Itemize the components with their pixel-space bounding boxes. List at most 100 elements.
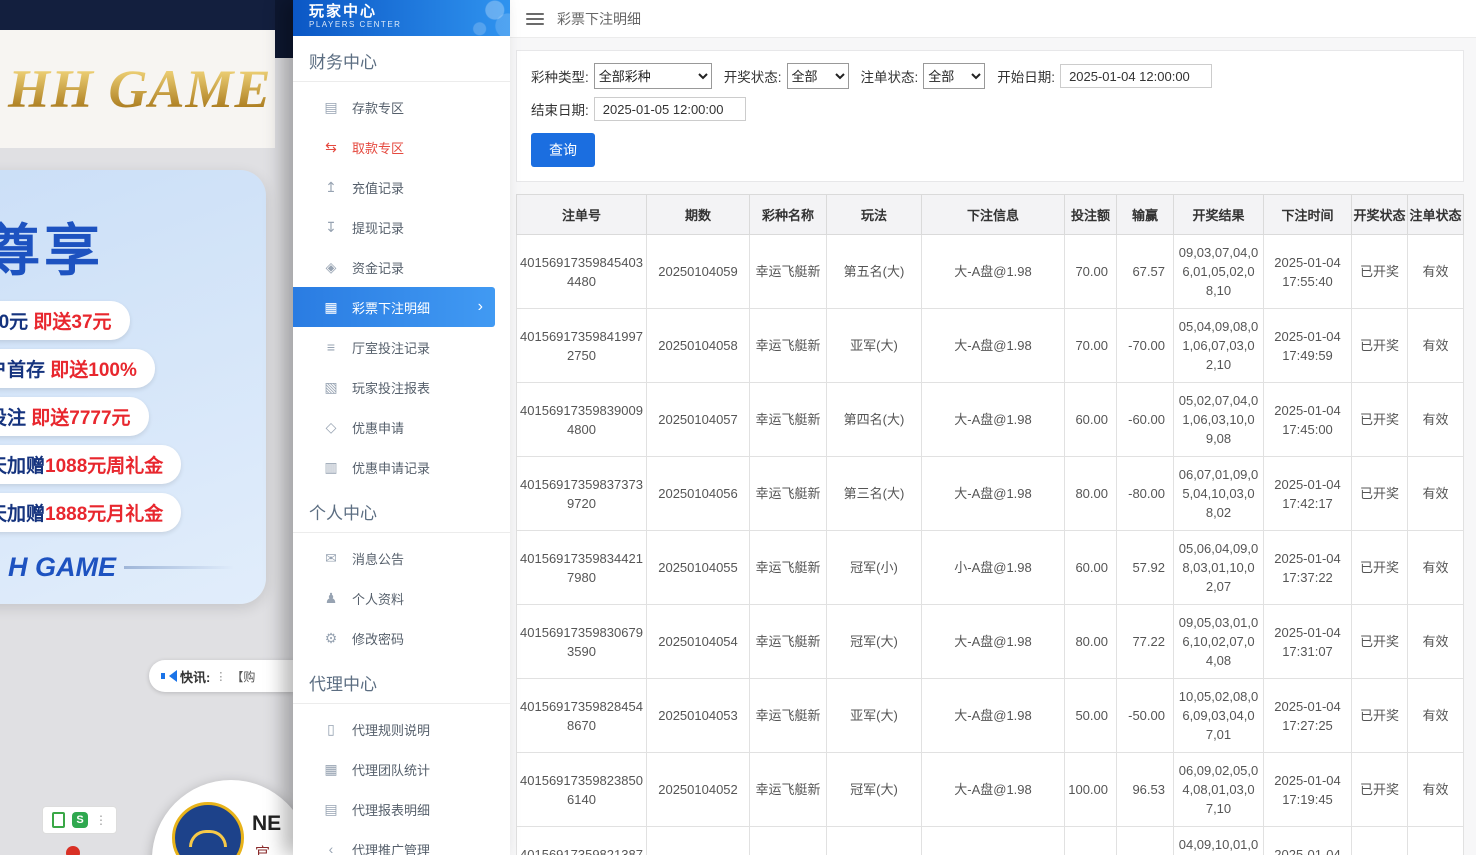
sidebar-item-agent-promotion[interactable]: ‹代理推广管理 xyxy=(293,829,510,855)
sidebar-item-promo-apply[interactable]: ◇优惠申请 xyxy=(293,407,510,447)
cell: 80.00 xyxy=(1065,457,1117,531)
sidebar-item-agent-report-details[interactable]: ▤ 代理报表明细 xyxy=(293,789,510,829)
cell: 幸运飞艇新 xyxy=(750,235,827,309)
sidebar-item-label: 代理报表明细 xyxy=(352,800,430,819)
background-topbar xyxy=(0,0,293,30)
order-status-select[interactable]: 全部 xyxy=(923,63,985,89)
sidebar-item-label: 取款专区 xyxy=(352,138,404,157)
promo-pill: 60元 即送37元 xyxy=(0,301,130,340)
promo-pill: 户首存 即送100% xyxy=(0,349,155,388)
agent-report-icon: ▤ xyxy=(323,801,339,818)
sidebar-item-withdraw[interactable]: ⇆取款专区 xyxy=(293,127,510,167)
sidebar-item-hall-bet-records[interactable]: ≡ 厅室投注记录 xyxy=(293,327,510,367)
fund-record-icon: ◈ xyxy=(323,259,339,276)
sidebar-item-agent-team-stats[interactable]: ▦代理团队统计 xyxy=(293,749,510,789)
start-date-group: 开始日期: xyxy=(997,64,1212,88)
cell: 有效 xyxy=(1408,531,1464,605)
cell: 401569173598306793590 xyxy=(517,605,647,679)
draw-status-label: 开奖状态: xyxy=(724,66,782,86)
sidebar-item-promo-apply-records[interactable]: ▥优惠申请记录 xyxy=(293,447,510,487)
section-title: 财务中心 xyxy=(293,36,510,82)
customer-service-badge[interactable]: NE 官 xyxy=(152,780,293,855)
cell: 2025-01-04 17:42:17 xyxy=(1264,457,1352,531)
sidebar-item-lottery-bet-details[interactable]: ▦彩票下注明细› xyxy=(293,287,495,327)
sidebar-item-label: 消息公告 xyxy=(352,549,404,568)
end-date-group: 结束日期: xyxy=(531,97,746,121)
cell: 幸运飞艇新 xyxy=(750,457,827,531)
cell: 大-A盘@1.98 xyxy=(922,383,1065,457)
hall-record-icon: ≡ xyxy=(323,339,339,355)
sidebar-item-label: 资金记录 xyxy=(352,258,404,277)
sidebar-item-profile[interactable]: ♟个人资料 xyxy=(293,578,510,618)
cell: 09,03,07,04,06,01,05,02,08,10 xyxy=(1174,235,1264,309)
cell: 大-A盘@1.98 xyxy=(922,753,1065,827)
sidebar-item-recharge-records[interactable]: ↥充值记录 xyxy=(293,167,510,207)
team-stats-icon: ▦ xyxy=(323,761,339,778)
cell: 2025-01-04 17:45:00 xyxy=(1264,383,1352,457)
news-ticker[interactable]: 快讯: ⋮ 【购 xyxy=(149,660,293,692)
sidebar-item-deposit[interactable]: ▤存款专区 xyxy=(293,87,510,127)
cell: 冠军(大) xyxy=(827,605,922,679)
promo-icon: ◇ xyxy=(323,419,339,436)
lottery-type-select[interactable]: 全部彩种 xyxy=(594,63,712,89)
page-title: 彩票下注明细 xyxy=(557,9,641,29)
cell: 大-A盘@1.98 xyxy=(922,457,1065,531)
cell: 2025-01-04 17:37:22 xyxy=(1264,531,1352,605)
end-date-label: 结束日期: xyxy=(531,99,589,119)
player-center-panel: 玩家中心 PLAYERS CENTER 财务中心▤存款专区⇆取款专区↥充值记录↧… xyxy=(293,0,510,855)
cell: 亚军(大) xyxy=(827,679,922,753)
cell: 2025-01-04 17:27:25 xyxy=(1264,679,1352,753)
cell: 05,06,04,09,08,03,01,10,02,07 xyxy=(1174,531,1264,605)
end-date-input[interactable] xyxy=(594,97,746,121)
cell: 幸运飞艇新 xyxy=(750,309,827,383)
section-title: 代理中心 xyxy=(293,658,510,704)
sidebar-item-player-bet-report[interactable]: ▧玩家投注报表 xyxy=(293,367,510,407)
cell: 已开奖 xyxy=(1352,309,1408,383)
promo-banner: 尊享 60元 即送37元户首存 即送100%投注 即送7777元天加赠1088元… xyxy=(0,170,266,604)
lottery-type-label: 彩种类型: xyxy=(531,66,589,86)
team-logo-icon xyxy=(172,802,244,855)
cell: 2025-01-04 17:15:38 xyxy=(1264,827,1352,855)
deposit-icon: ▤ xyxy=(323,99,339,116)
column-header: 注单号 xyxy=(517,195,647,235)
order-status-group: 注单状态:全部 xyxy=(861,63,986,89)
cell: 80.00 xyxy=(1065,605,1117,679)
sidebar-item-messages[interactable]: ✉消息公告 xyxy=(293,538,510,578)
share-icon: ‹ xyxy=(323,841,339,855)
cell: 20250104051 xyxy=(647,827,750,855)
start-date-input[interactable] xyxy=(1060,64,1212,88)
sidebar-item-agent-rules[interactable]: ▯代理规则说明 xyxy=(293,709,510,749)
cell: 20250104052 xyxy=(647,753,750,827)
sidebar-item-label: 厅室投注记录 xyxy=(352,338,430,357)
sidebar-item-label: 个人资料 xyxy=(352,589,404,608)
badge-text: NE xyxy=(252,812,281,836)
sidebar-item-fund-records[interactable]: ◈ 资金记录 xyxy=(293,247,510,287)
promo-pill: 投注 即送7777元 xyxy=(0,397,149,436)
column-header: 下注时间 xyxy=(1264,195,1352,235)
cell: 已开奖 xyxy=(1352,457,1408,531)
cell: 401569173598284548670 xyxy=(517,679,647,753)
cell: 57.92 xyxy=(1117,531,1174,605)
cell: 401569173598373739720 xyxy=(517,457,647,531)
hamburger-menu-icon[interactable] xyxy=(526,13,544,25)
section-title: 个人中心 xyxy=(293,487,510,533)
browser-mini-icons: S ⋮ xyxy=(42,806,117,834)
cell: 已开奖 xyxy=(1352,383,1408,457)
cell: 幸运飞艇新 xyxy=(750,531,827,605)
search-button[interactable]: 查询 xyxy=(531,133,595,167)
column-header: 注单状态 xyxy=(1408,195,1464,235)
speaker-icon xyxy=(161,669,175,683)
promo-pill: 天加赠1888元月礼金 xyxy=(0,493,181,532)
cell: 09,05,03,01,06,10,02,07,04,08 xyxy=(1174,605,1264,679)
draw-status-select[interactable]: 全部 xyxy=(787,63,849,89)
report-icon: ▧ xyxy=(323,379,339,396)
cell: -70.00 xyxy=(1117,309,1174,383)
logo-band: HH GAME xyxy=(0,30,275,148)
table-row: 40156917359837373972020250104056幸运飞艇新第三名… xyxy=(517,457,1464,531)
sidebar-item-change-password[interactable]: ⚙修改密码 xyxy=(293,618,510,658)
sidebar-item-cashout-records[interactable]: ↧提现记录 xyxy=(293,207,510,247)
cell: 第五名(大) xyxy=(827,235,922,309)
chevron-right-icon: › xyxy=(478,298,495,316)
sidebar-item-label: 充值记录 xyxy=(352,178,404,197)
table-row: 40156917359823850614020250104052幸运飞艇新冠军(… xyxy=(517,753,1464,827)
